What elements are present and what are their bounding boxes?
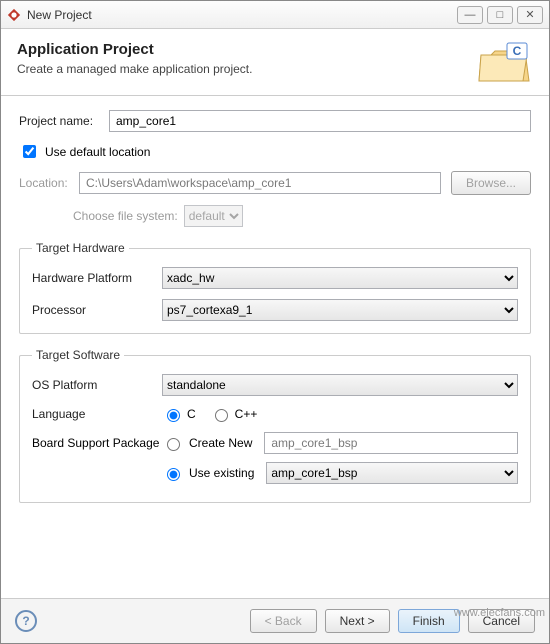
- window-title: New Project: [27, 8, 457, 22]
- location-label: Location:: [19, 176, 79, 190]
- wizard-header: Application Project Create a managed mak…: [1, 29, 549, 96]
- header-subtitle: Create a managed make application projec…: [17, 62, 477, 76]
- choose-fs-label: Choose file system:: [73, 209, 178, 223]
- header-title: Application Project: [17, 41, 477, 58]
- use-default-location-label: Use default location: [45, 145, 150, 159]
- target-software-legend: Target Software: [32, 348, 124, 362]
- location-input: [79, 172, 441, 194]
- target-hardware-group: Target Hardware Hardware Platform xadc_h…: [19, 241, 531, 334]
- language-c-radio[interactable]: [167, 409, 180, 422]
- use-default-location-checkbox[interactable]: [23, 145, 36, 158]
- bsp-existing-label: Use existing: [189, 466, 254, 480]
- bsp-create-radio[interactable]: [167, 438, 180, 451]
- bsp-existing-radio[interactable]: [167, 468, 180, 481]
- svg-text:C: C: [513, 44, 522, 58]
- processor-label: Processor: [32, 303, 162, 317]
- target-software-group: Target Software OS Platform standalone L…: [19, 348, 531, 503]
- hardware-platform-select[interactable]: xadc_hw: [162, 267, 518, 289]
- c-folder-icon: C: [477, 41, 533, 85]
- back-button: < Back: [250, 609, 317, 633]
- help-icon[interactable]: ?: [15, 610, 37, 632]
- titlebar: New Project — □ ✕: [1, 1, 549, 29]
- filesystem-select: default: [184, 205, 243, 227]
- minimize-button[interactable]: —: [457, 6, 483, 24]
- dialog-body: Project name: Use default location Locat…: [1, 96, 549, 598]
- maximize-button[interactable]: □: [487, 6, 513, 24]
- hardware-platform-label: Hardware Platform: [32, 271, 162, 285]
- window-buttons: — □ ✕: [457, 6, 543, 24]
- language-cpp-radio[interactable]: [215, 409, 228, 422]
- close-button[interactable]: ✕: [517, 6, 543, 24]
- bsp-create-label: Create New: [189, 436, 252, 450]
- language-c-option[interactable]: C: [162, 406, 196, 422]
- project-name-label: Project name:: [19, 114, 109, 128]
- dialog-window: New Project — □ ✕ Application Project Cr…: [0, 0, 550, 644]
- project-name-input[interactable]: [109, 110, 531, 132]
- language-cpp-option[interactable]: C++: [210, 406, 258, 422]
- bsp-existing-select[interactable]: amp_core1_bsp: [266, 462, 518, 484]
- bsp-label: Board Support Package: [32, 436, 162, 450]
- dialog-footer: ? < Back Next > Finish Cancel: [1, 598, 549, 643]
- language-label: Language: [32, 407, 162, 421]
- bsp-create-input: [264, 432, 518, 454]
- finish-button[interactable]: Finish: [398, 609, 460, 633]
- target-hardware-legend: Target Hardware: [32, 241, 129, 255]
- next-button[interactable]: Next >: [325, 609, 390, 633]
- os-platform-label: OS Platform: [32, 378, 162, 392]
- processor-select[interactable]: ps7_cortexa9_1: [162, 299, 518, 321]
- os-platform-select[interactable]: standalone: [162, 374, 518, 396]
- app-icon: [7, 8, 21, 22]
- browse-button: Browse...: [451, 171, 531, 195]
- cancel-button[interactable]: Cancel: [468, 609, 535, 633]
